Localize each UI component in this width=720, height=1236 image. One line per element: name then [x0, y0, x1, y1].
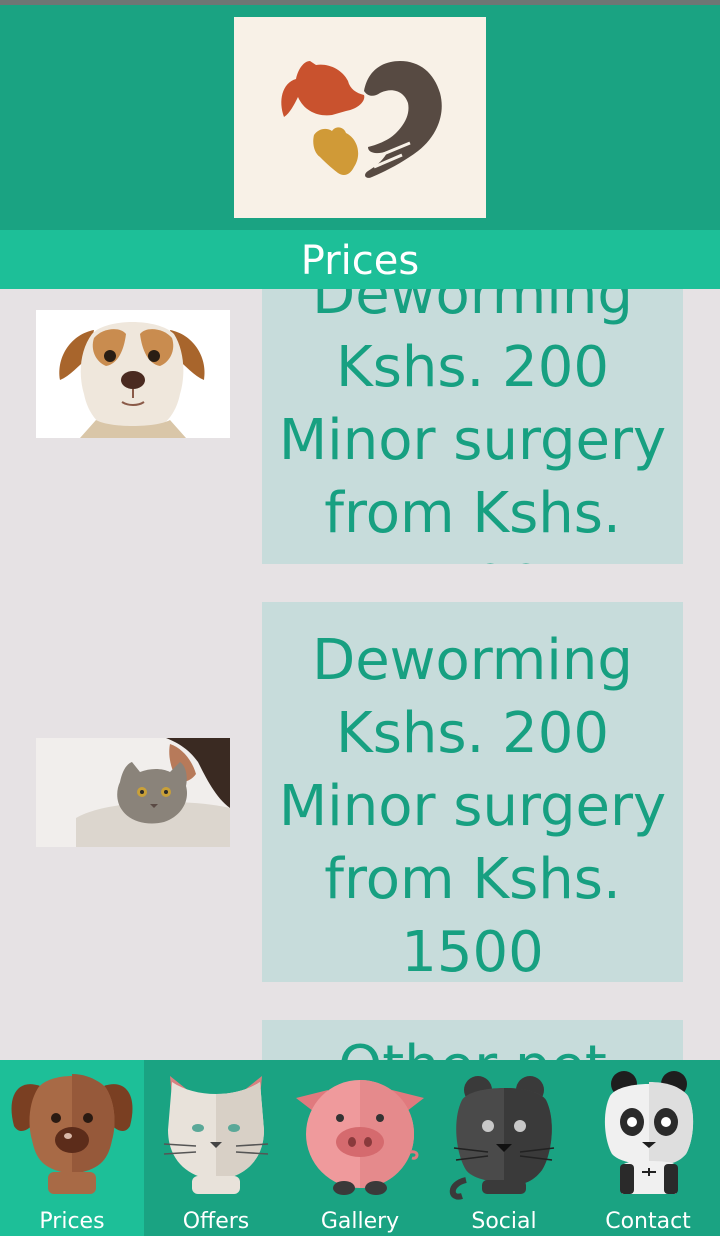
price-card-line: 1500 — [401, 920, 544, 982]
price-card: Other pet — [262, 1020, 683, 1060]
nav-label-prices: Prices — [39, 1209, 105, 1234]
nav-label-gallery: Gallery — [320, 1209, 400, 1234]
price-card: Deworming Kshs. 200 Minor surgery from K… — [262, 602, 683, 982]
cat-with-owner-photo — [36, 738, 230, 847]
app-header — [0, 5, 720, 230]
nav-item-prices[interactable]: Prices — [0, 1060, 144, 1236]
price-card-line: Kshs. 200 — [335, 335, 610, 400]
nav-label-social: Social — [471, 1209, 537, 1234]
bottom-navigation: Prices Offers Gallery Social Contact — [0, 1060, 720, 1236]
nav-item-contact[interactable]: Contact — [576, 1060, 720, 1236]
prices-content[interactable]: Deworming Kshs. 200 Minor surgery from K… — [0, 289, 720, 1060]
price-card-line: Deworming — [312, 289, 633, 327]
price-card-line: Kshs. 200 — [335, 701, 610, 766]
pets-hand-heart-logo-icon — [234, 17, 486, 218]
price-card-line: from Kshs. — [324, 481, 621, 546]
page-title: Prices — [0, 230, 720, 289]
price-card: Deworming Kshs. 200 Minor surgery from K… — [262, 289, 683, 564]
nav-item-social[interactable]: Social — [432, 1060, 576, 1236]
price-card-line: Minor surgery — [278, 774, 667, 839]
price-card-line: Other pet — [270, 1030, 675, 1060]
nav-item-gallery[interactable]: Gallery — [288, 1060, 432, 1236]
price-card-line: 1500 — [270, 550, 675, 564]
nav-label-contact: Contact — [605, 1209, 691, 1234]
price-card-line: from Kshs. — [324, 847, 621, 912]
price-card-line: Minor surgery — [278, 408, 667, 473]
nav-label-offers: Offers — [182, 1209, 250, 1234]
nav-item-offers[interactable]: Offers — [144, 1060, 288, 1236]
dog-photo — [36, 310, 230, 438]
price-card-line: Deworming — [312, 628, 633, 693]
